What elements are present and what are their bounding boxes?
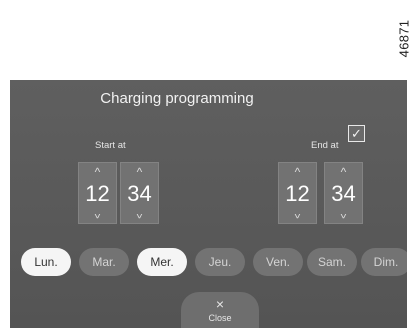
close-icon: × [215,295,225,312]
end-hours-up-arrow-icon[interactable]: ^ [279,166,316,178]
start-minutes-value: 34 [127,181,152,206]
close-button-label: Close [208,312,232,323]
day-toggle-saturday[interactable]: Sam. [307,248,357,276]
screen-title: Charging programming [100,90,254,107]
day-toggle-friday[interactable]: Ven. [253,248,303,276]
start-hours-up-arrow-icon[interactable]: ^ [79,166,116,178]
end-hours-spinner: ^ 12 ^ [278,162,317,224]
start-at-label: Start at [95,140,126,151]
checkmark-icon: ✓ [351,126,362,141]
day-toggle-sunday[interactable]: Dim. [361,248,407,276]
start-hours-down-arrow-icon[interactable]: ^ [79,207,116,221]
end-minutes-up-arrow-icon[interactable]: ^ [325,166,362,178]
end-hours-down-arrow-icon[interactable]: ^ [279,207,316,221]
start-hours-spinner: ^ 12 ^ [78,162,117,224]
day-toggle-tuesday[interactable]: Mar. [79,248,129,276]
charging-programming-screen: Charging programming Start at End at ✓ ^… [10,80,407,328]
start-minutes-up-arrow-icon[interactable]: ^ [121,166,158,178]
start-minutes-spinner: ^ 34 ^ [120,162,159,224]
close-button[interactable]: × Close [181,292,259,328]
day-toggle-monday[interactable]: Lun. [21,248,71,276]
figure-reference-number: 46871 [396,19,412,57]
end-minutes-down-arrow-icon[interactable]: ^ [325,207,362,221]
end-minutes-value: 34 [331,181,356,206]
end-minutes-spinner: ^ 34 ^ [324,162,363,224]
day-toggle-thursday[interactable]: Jeu. [195,248,245,276]
end-at-checkbox[interactable]: ✓ [348,125,365,142]
day-toggle-wednesday[interactable]: Mer. [137,248,187,276]
end-hours-value: 12 [285,181,310,206]
start-minutes-down-arrow-icon[interactable]: ^ [121,207,158,221]
start-hours-value: 12 [85,181,110,206]
end-at-label: End at [311,140,339,151]
